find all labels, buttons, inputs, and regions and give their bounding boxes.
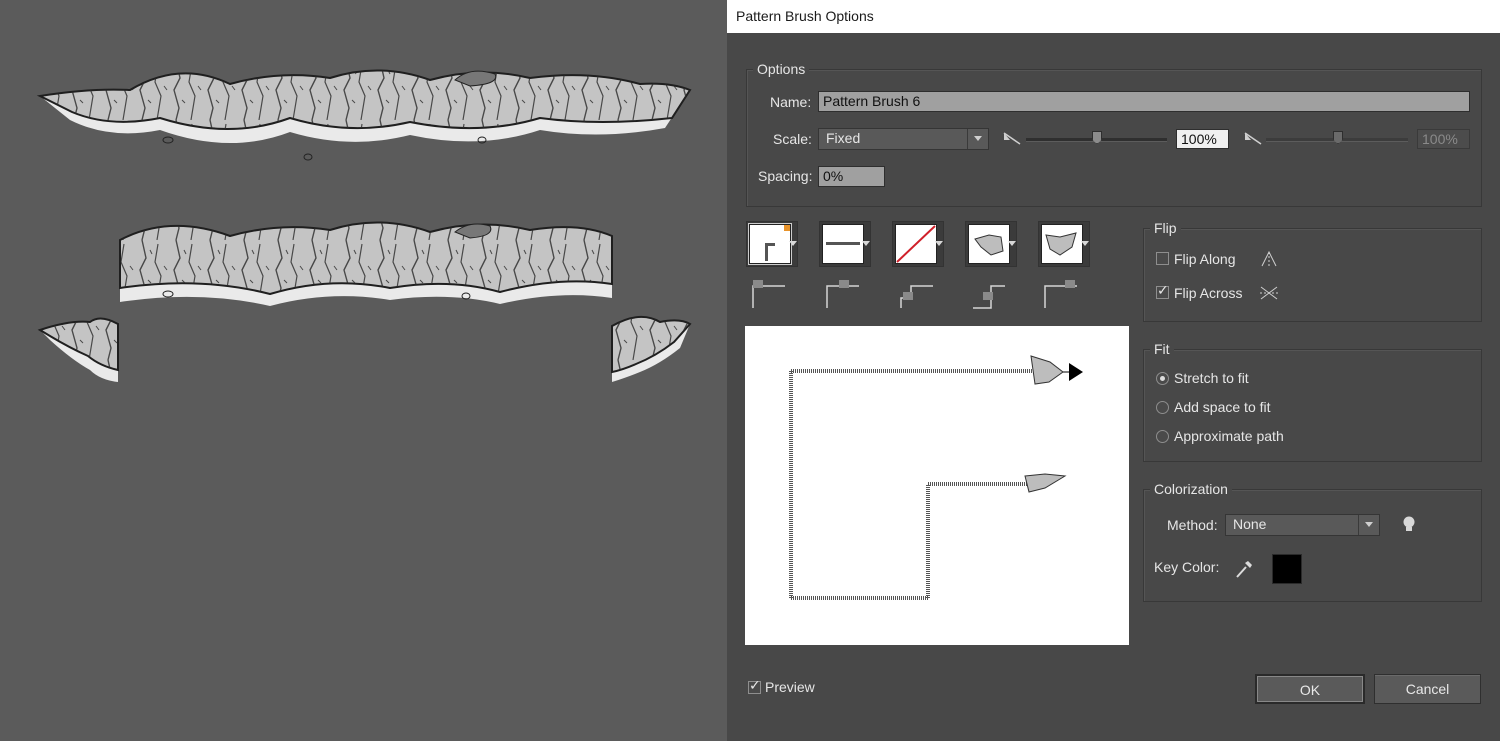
- chevron-down-icon[interactable]: [862, 222, 870, 266]
- method-dropdown-value: None: [1233, 516, 1267, 532]
- eyedropper-icon[interactable]: [1234, 558, 1254, 580]
- approximate-path-radio[interactable]: [1156, 430, 1169, 443]
- outer-corner-tile-swatch: [822, 224, 864, 264]
- chevron-down-icon[interactable]: [1081, 222, 1089, 266]
- brush-preview-path: [789, 355, 1083, 600]
- stretch-to-fit-radio[interactable]: [1156, 372, 1169, 385]
- colorization-group: Colorization: [1143, 480, 1482, 602]
- spacing-label: Spacing:: [758, 168, 813, 184]
- flip-group: Flip: [1143, 219, 1482, 322]
- stretch-to-fit-label[interactable]: Stretch to fit: [1174, 368, 1249, 388]
- end-tile-button[interactable]: [1038, 221, 1090, 267]
- ledge-end-tile: [611, 315, 692, 382]
- scale-dropdown-value: Fixed: [826, 130, 861, 146]
- scale-min-icon: [1003, 132, 1021, 145]
- name-label: Name:: [770, 94, 812, 110]
- start-tile-icon: [973, 285, 1005, 309]
- options-group-title: Options: [753, 60, 810, 78]
- add-space-to-fit-label[interactable]: Add space to fit: [1174, 397, 1271, 417]
- add-space-to-fit-radio[interactable]: [1156, 401, 1169, 414]
- fit-group-title: Fit: [1150, 340, 1174, 358]
- preview-label[interactable]: Preview: [765, 677, 815, 697]
- start-tile-button[interactable]: [965, 221, 1017, 267]
- flip-along-label[interactable]: Flip Along: [1174, 249, 1235, 269]
- lightbulb-tips-icon[interactable]: [1401, 514, 1417, 536]
- spacing-input[interactable]: 0%: [818, 166, 885, 187]
- chevron-down-icon: [967, 129, 988, 149]
- ledge-start-tile: [37, 317, 119, 382]
- start-tile-swatch: [968, 224, 1010, 264]
- colorization-group-title: Colorization: [1150, 480, 1232, 498]
- approximate-path-label[interactable]: Approximate path: [1174, 426, 1284, 446]
- brush-preview-area: [745, 326, 1129, 645]
- side-tile-icon: [752, 280, 785, 308]
- scale-label: Scale:: [773, 131, 812, 147]
- scale-percent-disabled-input: 100%: [1417, 129, 1470, 149]
- preview-checkbox[interactable]: [748, 678, 761, 694]
- method-label: Method:: [1167, 517, 1218, 533]
- flip-across-label[interactable]: Flip Across: [1174, 283, 1242, 303]
- key-color-label: Key Color:: [1154, 559, 1220, 575]
- inner-corner-tile-icon: [900, 285, 933, 308]
- outer-corner-tile-icon: [826, 280, 859, 308]
- inner-corner-tile-button[interactable]: [892, 221, 944, 267]
- chevron-down-icon: [1358, 515, 1379, 535]
- inner-corner-tile-swatch: [895, 224, 937, 264]
- flip-along-checkbox[interactable]: [1156, 252, 1169, 265]
- key-color-swatch[interactable]: [1272, 554, 1302, 584]
- flip-across-icon: [1260, 286, 1278, 300]
- side-tile-swatch: [748, 223, 792, 265]
- flip-across-checkbox[interactable]: [1156, 283, 1169, 299]
- scale-max-icon: [1244, 132, 1262, 145]
- rock-ledge-artwork: [36, 69, 692, 382]
- ledge-full: [36, 69, 692, 161]
- chevron-down-icon[interactable]: [935, 222, 943, 266]
- ok-button[interactable]: OK: [1255, 674, 1365, 704]
- scale-percent-input[interactable]: 100%: [1176, 129, 1229, 149]
- flip-along-icon: [1261, 250, 1277, 267]
- dialog-title: Pattern Brush Options: [727, 0, 1500, 33]
- artboard-canvas: [0, 0, 727, 741]
- chevron-down-icon[interactable]: [789, 222, 797, 266]
- side-tile-button[interactable]: [746, 221, 798, 267]
- scale-dropdown[interactable]: Fixed: [818, 128, 989, 150]
- cancel-button[interactable]: Cancel: [1374, 674, 1481, 704]
- end-tile-swatch: [1041, 224, 1083, 264]
- chevron-down-icon[interactable]: [1008, 222, 1016, 266]
- ledge-side-tile: [119, 221, 613, 306]
- outer-corner-tile-button[interactable]: [819, 221, 871, 267]
- end-tile-icon: [1044, 280, 1077, 308]
- method-dropdown[interactable]: None: [1225, 514, 1380, 536]
- flip-group-title: Flip: [1150, 219, 1181, 237]
- name-input[interactable]: Pattern Brush 6: [818, 91, 1470, 112]
